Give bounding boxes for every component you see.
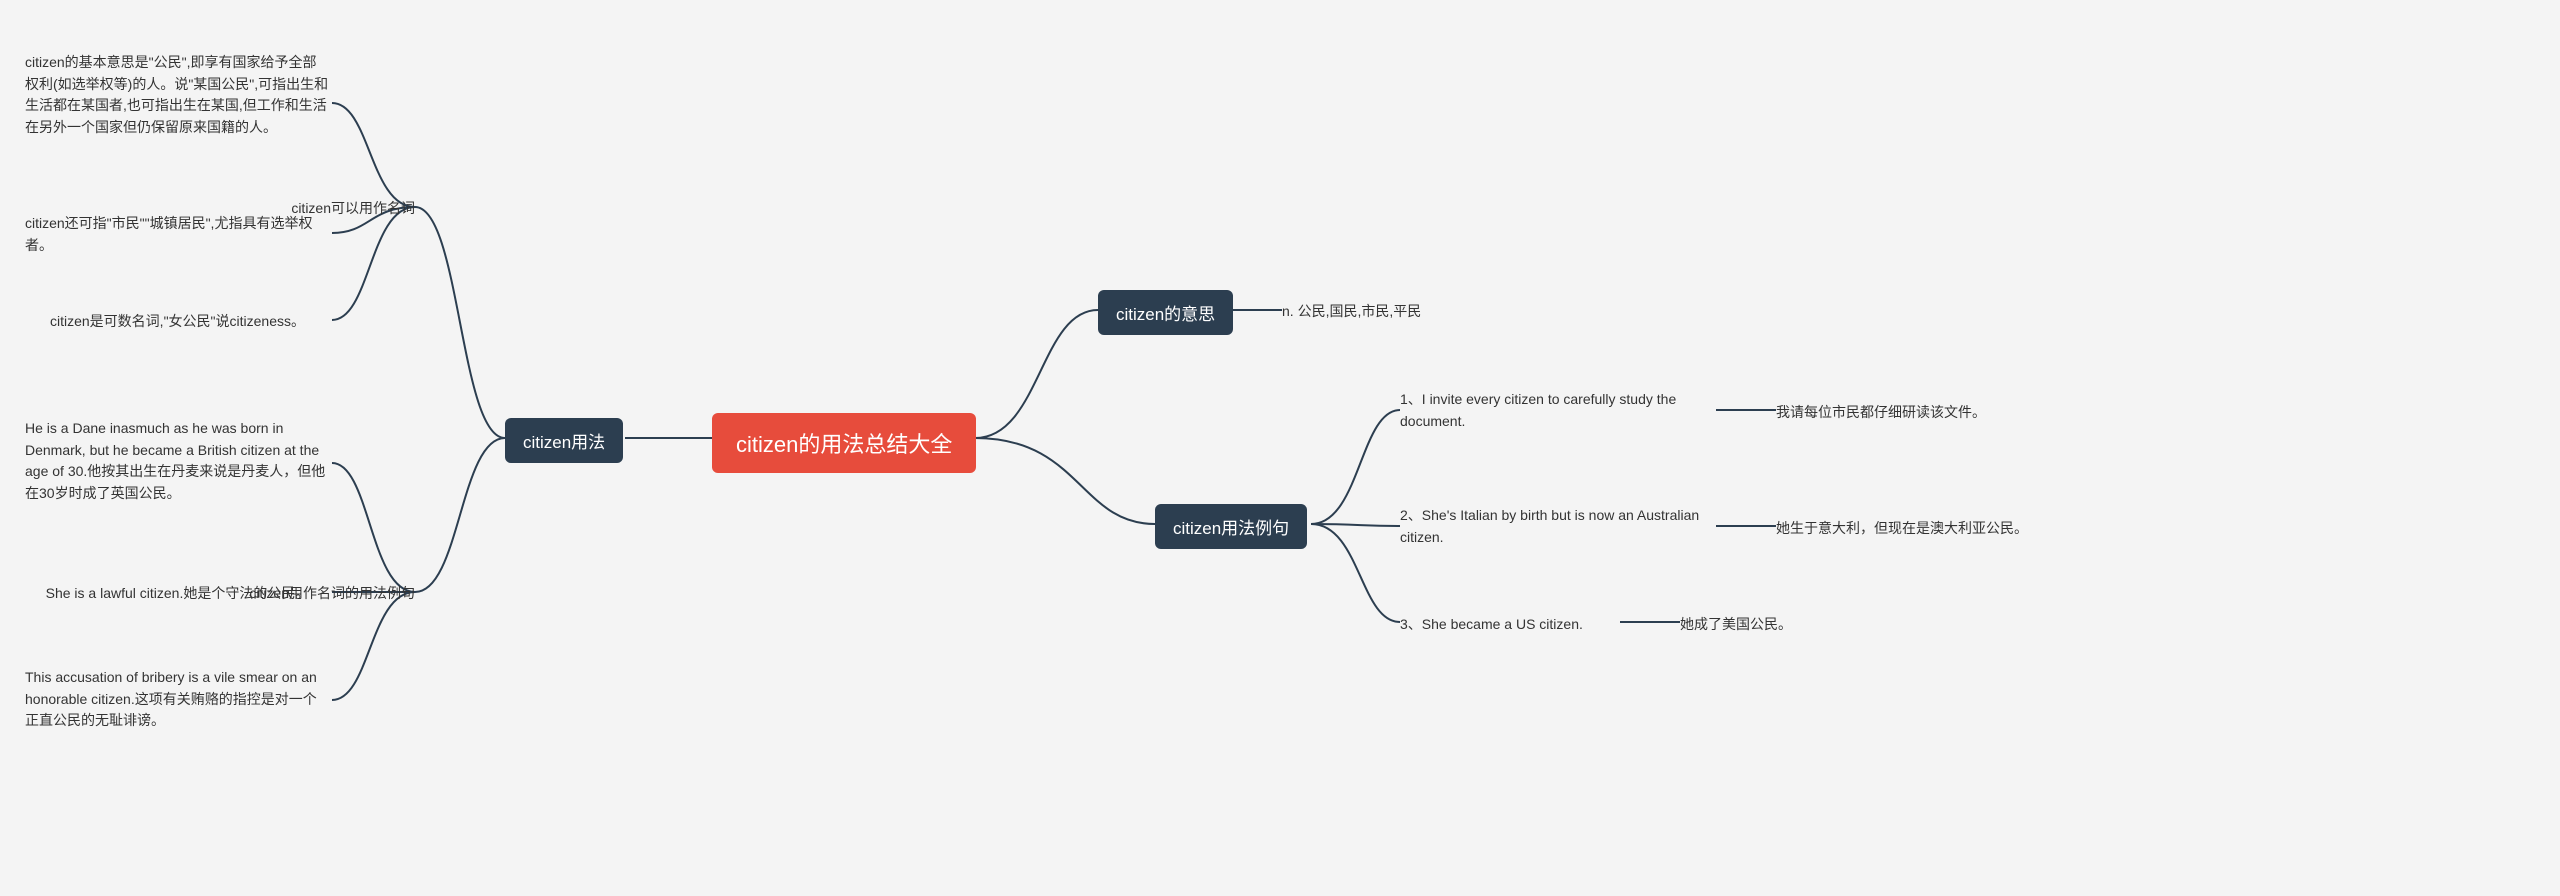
leaf-trans-1: 我请每位市民都仔细研读该文件。 bbox=[1776, 402, 1986, 422]
leaf-noun-1: citizen的基本意思是"公民",即享有国家给予全部权利(如选举权等)的人。说… bbox=[25, 52, 330, 139]
branch-usage[interactable]: citizen用法 bbox=[505, 418, 623, 463]
root-node[interactable]: citizen的用法总结大全 bbox=[712, 413, 976, 473]
branch-meaning[interactable]: citizen的意思 bbox=[1098, 290, 1233, 335]
mindmap-connectors bbox=[0, 0, 2560, 896]
leaf-noun-2: citizen还可指"市民""城镇居民",尤指具有选举权者。 bbox=[25, 213, 330, 256]
leaf-noun-3: citizen是可数名词,"女公民"说citizeness。 bbox=[25, 311, 330, 333]
leaf-trans-2: 她生于意大利，但现在是澳大利亚公民。 bbox=[1776, 518, 2028, 538]
branch-examples[interactable]: citizen用法例句 bbox=[1155, 504, 1307, 549]
leaf-example-3: 3、She became a US citizen. bbox=[1400, 614, 1583, 634]
leaf-nounex-1: He is a Dane inasmuch as he was born in … bbox=[25, 418, 330, 505]
leaf-trans-3: 她成了美国公民。 bbox=[1680, 614, 1792, 634]
leaf-example-2: 2、She's Italian by birth but is now an A… bbox=[1400, 505, 1710, 548]
leaf-meaning-def: n. 公民,国民,市民,平民 bbox=[1282, 301, 1421, 321]
leaf-nounex-3: This accusation of bribery is a vile sme… bbox=[25, 667, 330, 732]
leaf-nounex-2: She is a lawful citizen.她是个守法的公民。 bbox=[25, 583, 330, 605]
leaf-example-1: 1、I invite every citizen to carefully st… bbox=[1400, 389, 1710, 432]
